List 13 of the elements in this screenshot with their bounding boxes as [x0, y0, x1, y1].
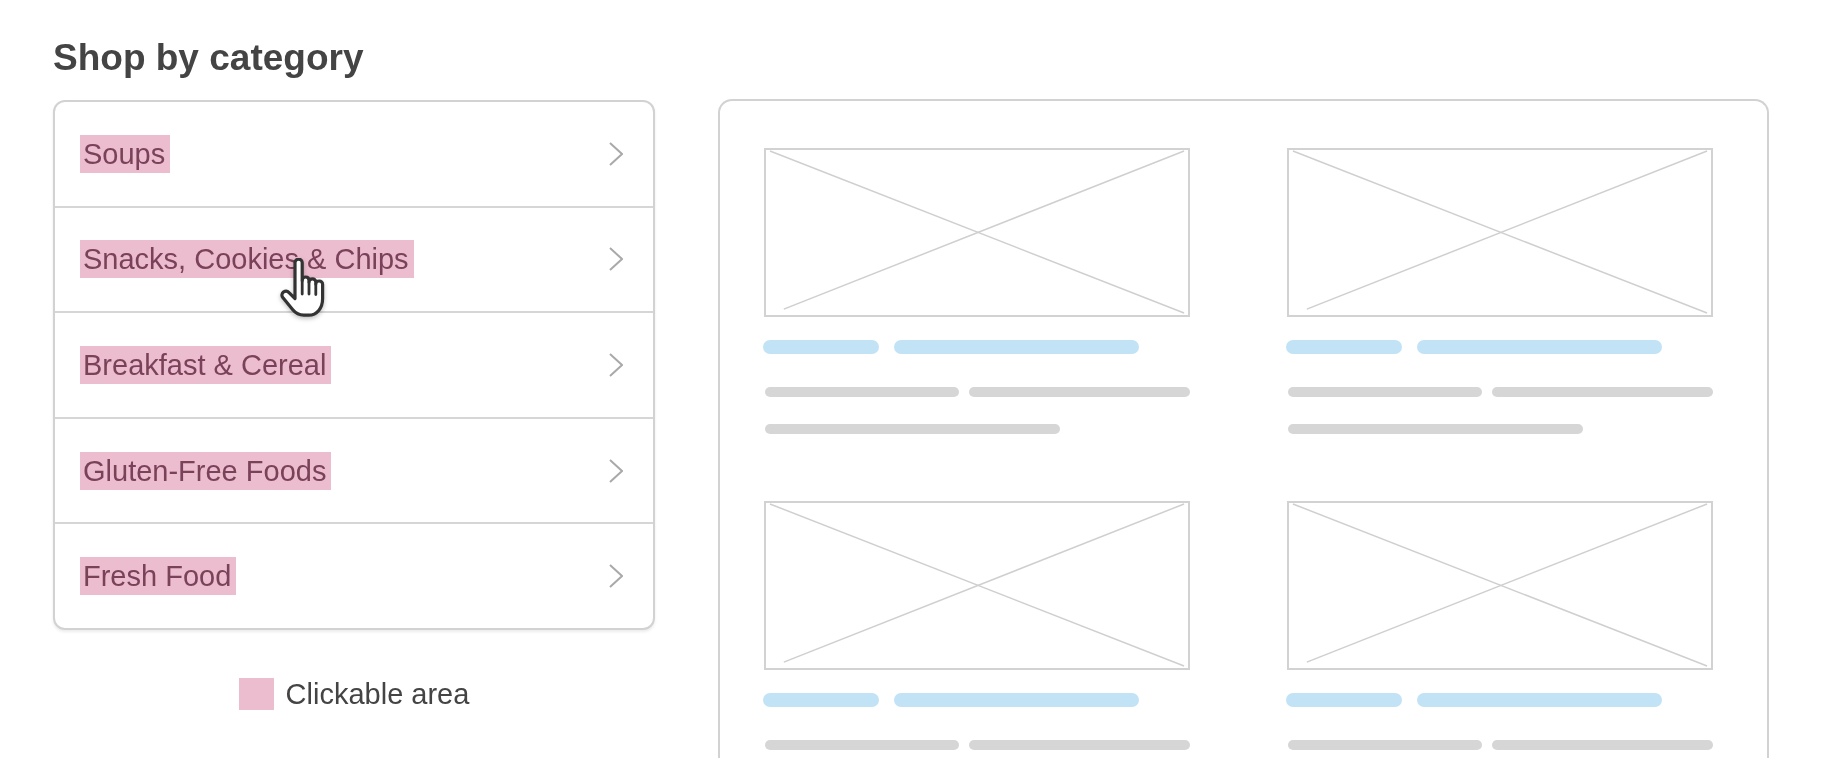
category-link[interactable]: Breakfast & Cereal	[80, 346, 332, 384]
chevron-right-icon	[609, 353, 623, 377]
chevron-right-icon	[609, 564, 623, 589]
legend-swatch-icon	[238, 678, 274, 710]
category-link[interactable]: Soups	[80, 134, 171, 173]
category-link[interactable]: Snacks, Cookies & Chips	[80, 240, 414, 279]
category-link[interactable]: Gluten-Free Foods	[80, 451, 332, 490]
chevron-right-icon	[609, 458, 623, 483]
category-link[interactable]: Fresh Food	[80, 557, 237, 596]
legend-label: Clickable area	[285, 677, 470, 711]
chevron-right-icon	[609, 141, 623, 166]
chevron-right-icon	[609, 247, 623, 272]
section-heading: Shop by category	[53, 36, 364, 80]
